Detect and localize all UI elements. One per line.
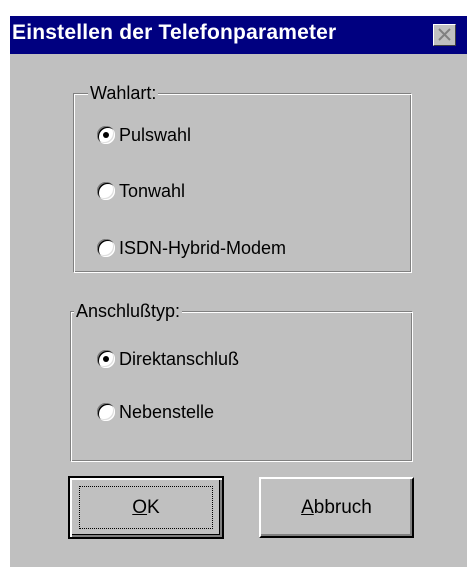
radio-label: Direktanschluß [119, 348, 240, 369]
radio-button-icon [97, 126, 115, 144]
dialog-window: Einstellen der Telefonparameter Wahlart:… [10, 16, 467, 567]
cancel-button[interactable]: Abbruch [259, 477, 414, 538]
ok-button[interactable]: OK [68, 476, 224, 539]
radio-label: ISDN-Hybrid-Modem [119, 237, 287, 258]
title-bar[interactable]: Einstellen der Telefonparameter [10, 16, 467, 54]
dial-type-legend: Wahlart: [88, 83, 159, 103]
radio-button-icon [97, 182, 115, 200]
radio-label: Tonwahl [119, 180, 186, 201]
connection-type-group: Anschlußtyp: Direktanschluß Nebenstelle [70, 301, 413, 462]
ok-button-label: OK [132, 496, 160, 518]
radio-button-icon [97, 403, 115, 421]
radio-isdn-hybrid-modem[interactable]: ISDN-Hybrid-Modem [97, 235, 286, 261]
radio-nebenstelle[interactable]: Nebenstelle [97, 399, 214, 425]
radio-label: Nebenstelle [119, 401, 215, 422]
close-icon [438, 28, 451, 41]
radio-label: Pulswahl [119, 124, 192, 145]
close-button[interactable] [433, 24, 456, 46]
radio-direktanschluss[interactable]: Direktanschluß [97, 346, 239, 372]
radio-tonwahl[interactable]: Tonwahl [97, 178, 185, 204]
window-title: Einstellen der Telefonparameter [12, 21, 337, 44]
cancel-button-label: Abbruch [301, 496, 372, 518]
radio-pulswahl[interactable]: Pulswahl [97, 122, 191, 148]
radio-button-icon [97, 350, 115, 368]
dial-type-group: Wahlart: Pulswahl Tonwahl ISDN-Hybrid-Mo… [73, 83, 412, 273]
connection-type-legend: Anschlußtyp: [74, 301, 183, 321]
radio-button-icon [97, 239, 115, 257]
